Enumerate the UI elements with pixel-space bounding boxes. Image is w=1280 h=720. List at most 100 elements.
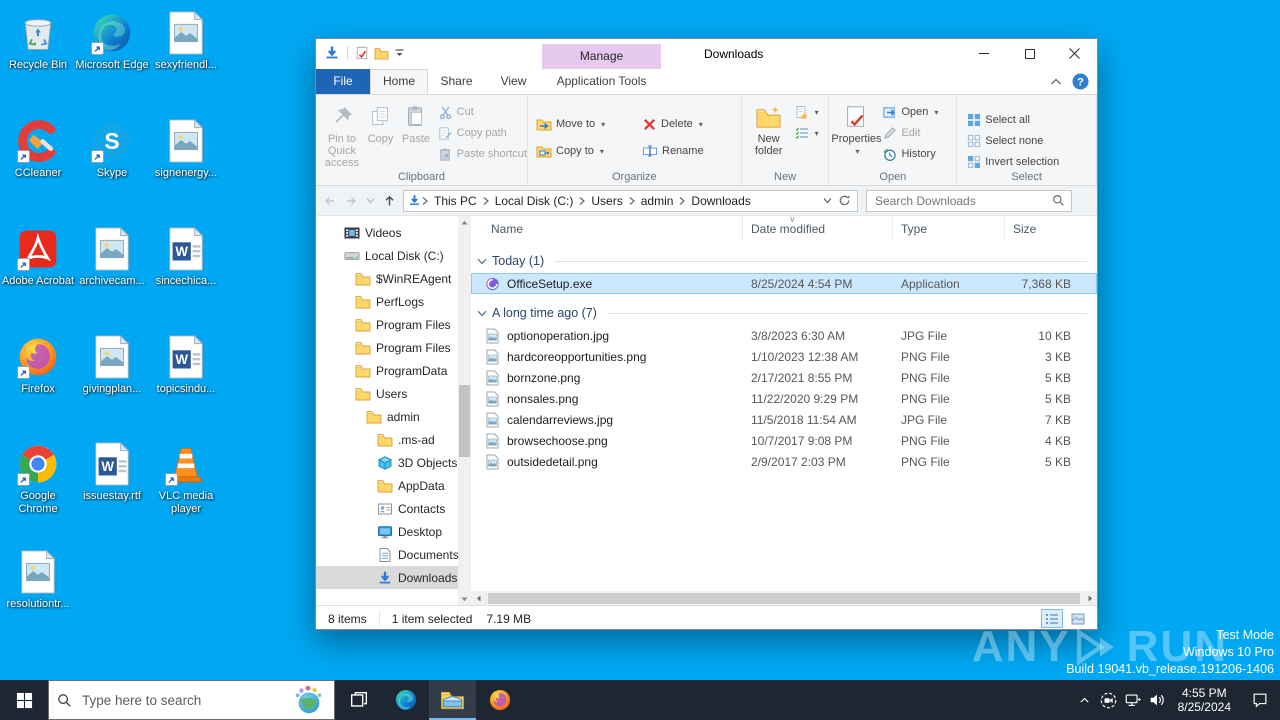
start-button[interactable]	[0, 680, 48, 720]
ribbon-button-invert-selection[interactable]: Invert selection	[967, 153, 1096, 171]
file-row-outsidedetail-png[interactable]: outsidedetail.png 2/9/2017 2:03 PM PNG Fil…	[471, 451, 1097, 472]
desktop-icon-recycle-bin[interactable]: Recycle Bin	[1, 10, 75, 72]
address-dropdown-icon[interactable]	[823, 197, 832, 204]
network-icon[interactable]	[1121, 680, 1145, 720]
desktop-icon-archivecam[interactable]: archivecam...	[75, 226, 149, 288]
recent-locations-icon[interactable]	[366, 197, 375, 204]
tree-item-local-disk-c[interactable]: Local Disk (C:)	[316, 244, 458, 267]
back-button[interactable]	[322, 194, 337, 208]
ribbon-button-move-to[interactable]: Move to ▾	[536, 115, 642, 133]
scroll-left-icon[interactable]	[471, 595, 485, 602]
ribbon-button-paste[interactable]: Paste	[398, 99, 433, 169]
file-row-bornzone-png[interactable]: bornzone.png 2/17/2021 8:55 PM PNG File 5 K…	[471, 367, 1097, 388]
tree-item-programdata[interactable]: ProgramData	[316, 359, 458, 382]
taskbar-app-file-explorer[interactable]	[429, 680, 476, 720]
maximize-button[interactable]	[1007, 39, 1052, 68]
tree-item-program-files[interactable]: Program Files	[316, 336, 458, 359]
volume-icon[interactable]	[1145, 680, 1169, 720]
ribbon-button-select-all[interactable]: Select all	[967, 111, 1096, 129]
chevron-down-icon[interactable]	[477, 310, 487, 317]
desktop-icon-vlc-media-player[interactable]: VLC media player	[149, 441, 223, 516]
group-header-a-long-time-ago-7[interactable]: A long time ago (7)	[471, 301, 1097, 325]
search-box[interactable]	[866, 189, 1072, 212]
tree-item-appdata[interactable]: AppData	[316, 474, 458, 497]
file-row-officesetup-exe[interactable]: OfficeSetup.exe 8/25/2024 4:54 PM Applicat…	[471, 273, 1097, 294]
taskbar-clock[interactable]: 4:55 PM 8/25/2024	[1169, 686, 1240, 714]
column-header-size[interactable]: Size	[1005, 216, 1081, 242]
taskbar-app-task-view[interactable]	[335, 680, 382, 720]
meet-now-icon[interactable]	[1097, 680, 1121, 720]
file-row-calendarreviews-jpg[interactable]: calendarreviews.jpg 11/5/2018 11:54 AM JPG…	[471, 409, 1097, 430]
tray-expand-icon[interactable]	[1073, 680, 1097, 720]
large-icons-view-button[interactable]	[1067, 609, 1089, 628]
taskbar-search[interactable]	[48, 680, 335, 720]
tree-item-ms-ad[interactable]: .ms-ad	[316, 428, 458, 451]
breadcrumb-downloads[interactable]: Downloads	[686, 194, 755, 208]
tree-scrollbar[interactable]	[458, 216, 471, 605]
qat-new-folder-button[interactable]	[374, 47, 389, 60]
group-header-today-1[interactable]: Today (1)	[471, 249, 1097, 273]
ribbon-button-copy-path[interactable]: Copy path	[438, 124, 527, 142]
tab-home[interactable]: Home	[370, 69, 428, 94]
breadcrumb-local-disk-c[interactable]: Local Disk (C:)	[490, 194, 579, 208]
breadcrumb-this-pc[interactable]: This PC	[429, 194, 482, 208]
taskbar-app-firefox[interactable]	[476, 680, 523, 720]
help-icon[interactable]: ?	[1072, 73, 1089, 90]
ribbon-button-pin-to-quick-access[interactable]: Pin to Quick access	[321, 99, 363, 169]
desktop-icon-google-chrome[interactable]: Google Chrome	[1, 441, 75, 516]
tree-item-documents[interactable]: Documents	[316, 543, 458, 566]
tree-item-winreagent[interactable]: $WinREAgent	[316, 267, 458, 290]
forward-button[interactable]	[344, 194, 359, 208]
ribbon-button-new-folder[interactable]: New folder	[747, 99, 791, 157]
desktop-icon-sexyfriendl[interactable]: sexyfriendl...	[149, 10, 223, 72]
horizontal-scrollbar[interactable]	[471, 591, 1097, 605]
ribbon-button-properties[interactable]: Properties ▾	[831, 99, 882, 163]
ribbon-button-edit[interactable]: Edit	[882, 124, 938, 142]
file-row-browsechoose-png[interactable]: browsechoose.png 10/7/2017 9:08 PM PNG Fil…	[471, 430, 1097, 451]
scroll-right-icon[interactable]	[1083, 595, 1097, 602]
tree-item-3d-objects[interactable]: 3D Objects	[316, 451, 458, 474]
taskbar-search-input[interactable]	[80, 691, 284, 709]
ribbon-button-select-none[interactable]: Select none	[967, 132, 1096, 150]
ribbon-button-paste-shortcut[interactable]: Paste shortcut	[438, 145, 527, 163]
search-highlight-globe-icon[interactable]	[292, 684, 326, 716]
ribbon-button-history[interactable]: History	[882, 145, 938, 163]
desktop-icon-resolutiontr[interactable]: resolutiontr...	[1, 549, 75, 611]
refresh-icon[interactable]	[838, 194, 851, 207]
column-header-type[interactable]: Type	[893, 216, 1005, 242]
breadcrumb-admin[interactable]: admin	[636, 194, 679, 208]
tree-item-desktop[interactable]: Desktop	[316, 520, 458, 543]
column-header-date-modified[interactable]: ∨ Date modified	[743, 216, 893, 242]
ribbon-button-open[interactable]: Open ▾	[882, 103, 938, 121]
desktop-icon-adobe-acrobat[interactable]: Adobe Acrobat	[1, 226, 75, 288]
scroll-down-icon[interactable]	[458, 593, 471, 605]
details-view-button[interactable]	[1041, 609, 1063, 628]
desktop-icon-givingplan[interactable]: givingplan...	[75, 334, 149, 396]
ribbon-button-rename[interactable]: Rename	[642, 142, 740, 160]
tab-application-tools[interactable]: Application Tools	[542, 69, 661, 94]
qat-customize-button[interactable]	[394, 48, 405, 58]
tab-file[interactable]: File	[316, 69, 370, 94]
desktop-icon-topicsindu[interactable]: Wtopicsindu...	[149, 334, 223, 396]
taskbar-app-edge[interactable]	[382, 680, 429, 720]
desktop-icon-ccleaner[interactable]: CCleaner	[1, 118, 75, 180]
close-button[interactable]	[1052, 39, 1097, 68]
desktop-icon-sincechica[interactable]: Wsincechica...	[149, 226, 223, 288]
desktop-icon-microsoft-edge[interactable]: Microsoft Edge	[75, 10, 149, 72]
scroll-up-icon[interactable]	[458, 216, 471, 228]
collapse-ribbon-icon[interactable]	[1050, 78, 1062, 86]
desktop-icon-skype[interactable]: S Skype	[75, 118, 149, 180]
breadcrumb-users[interactable]: Users	[586, 194, 627, 208]
tree-item-program-files[interactable]: Program Files	[316, 313, 458, 336]
file-row-hardcoreopportunities-png[interactable]: hardcoreopportunities.png 1/10/2023 12:38…	[471, 346, 1097, 367]
minimize-button[interactable]	[962, 39, 1007, 68]
up-button[interactable]	[382, 194, 397, 208]
tree-item-contacts[interactable]: Contacts	[316, 497, 458, 520]
search-input[interactable]	[873, 192, 1052, 209]
address-bar[interactable]: This PC Local Disk (C:) Users admin Download…	[403, 189, 858, 212]
tree-scrollbar-thumb[interactable]	[459, 385, 470, 457]
horizontal-scrollbar-thumb[interactable]	[488, 592, 1080, 604]
file-row-nonsales-png[interactable]: nonsales.png 11/22/2020 9:29 PM PNG File 5 …	[471, 388, 1097, 409]
ribbon-button-delete[interactable]: Delete ▾	[642, 115, 740, 133]
tree-item-admin[interactable]: admin	[316, 405, 458, 428]
